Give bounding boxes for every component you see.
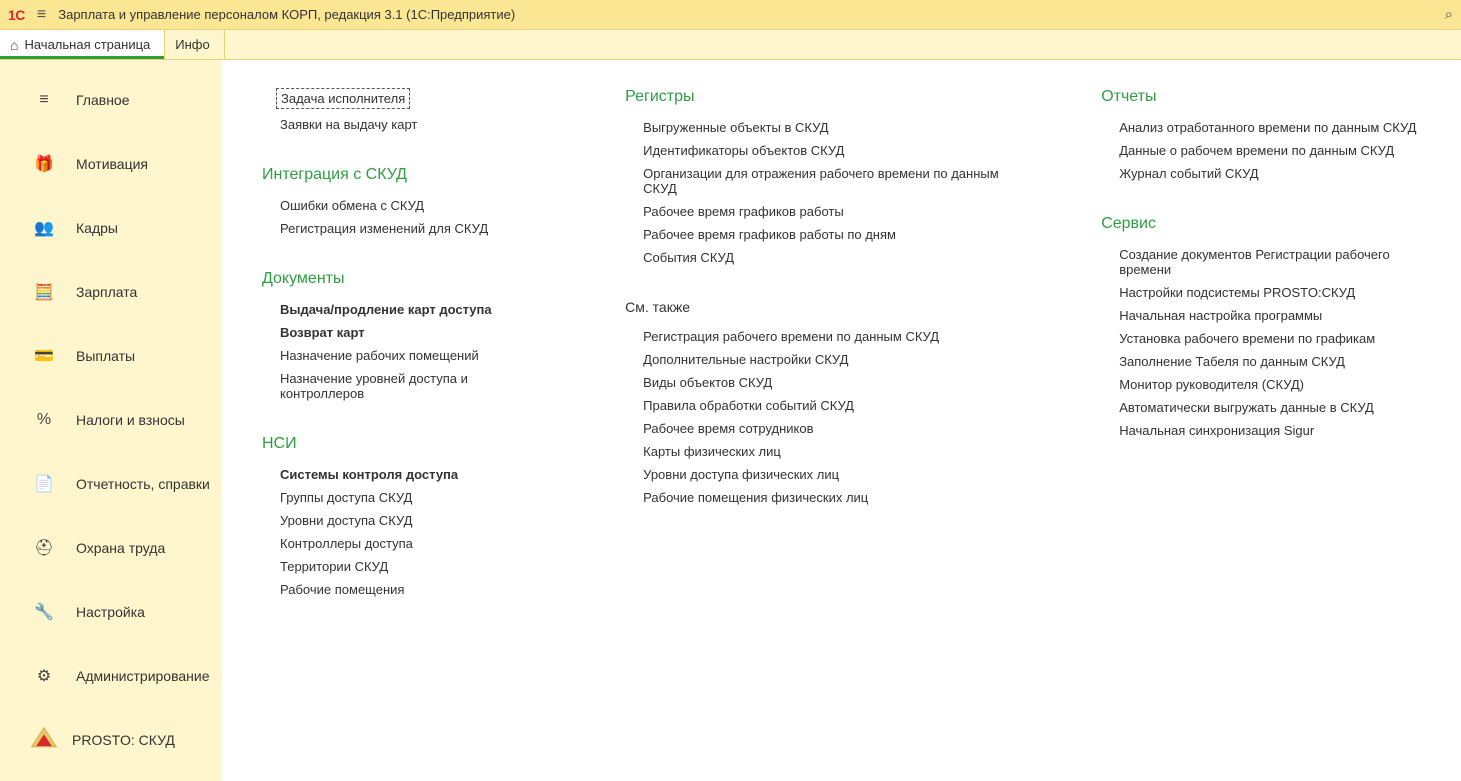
heading-documents: Документы	[262, 270, 545, 288]
link-item[interactable]: Выгруженные объекты в СКУД	[625, 120, 1021, 143]
link-item[interactable]: Организации для отражения рабочего време…	[625, 166, 1021, 204]
link-item[interactable]: Идентификаторы объектов СКУД	[625, 143, 1021, 166]
tab-partial-label: Инфо	[175, 37, 209, 52]
link-item[interactable]: Рабочее время графиков работы по дням	[625, 227, 1021, 250]
sidebar: ≡ Главное 🎁 Мотивация 👥 Кадры 🧮 Зарплата 💳 Выплат…	[0, 60, 222, 781]
col-3: Отчеты Анализ отработанного времени по д…	[1101, 88, 1433, 781]
link-item[interactable]: Назначение рабочих помещений	[262, 348, 545, 371]
sidebar-icon-8: 🔧	[30, 602, 58, 622]
sidebar-label-0: Главное	[76, 92, 130, 108]
sidebar-icon-4: 💳	[30, 346, 58, 366]
sidebar-icon-0: ≡	[30, 91, 58, 109]
sidebar-label-2: Кадры	[76, 220, 118, 236]
logo-1c: 1С	[8, 7, 25, 23]
link-item[interactable]: Регистрация рабочего времени по данным С…	[625, 329, 1021, 352]
heading-nsi: НСИ	[262, 435, 545, 453]
sidebar-label-7: Охрана труда	[76, 540, 165, 556]
sidebar-label-6: Отчетность, справки	[76, 476, 210, 492]
sidebar-item-1[interactable]: 🎁 Мотивация	[0, 132, 222, 196]
link-item[interactable]: Карты физических лиц	[625, 444, 1021, 467]
link-item[interactable]: Журнал событий СКУД	[1101, 166, 1433, 189]
main-content: Задача исполнителяЗаявки на выдачу карт …	[222, 60, 1461, 781]
heading-service: Сервис	[1101, 215, 1433, 233]
link-item[interactable]: Рабочие помещения	[262, 582, 545, 605]
sidebar-icon-3: 🧮	[30, 282, 58, 302]
heading-see-also: См. также	[625, 299, 1021, 315]
window-title: Зарплата и управление персоналом КОРП, р…	[58, 7, 515, 22]
link-item[interactable]: Настройки подсистемы PROSTO:СКУД	[1101, 285, 1433, 308]
sidebar-icon-2: 👥	[30, 218, 58, 238]
sidebar-item-10[interactable]: PROSTO: СКУД	[0, 708, 222, 772]
link-item[interactable]: Рабочие помещения физических лиц	[625, 490, 1021, 513]
sidebar-label-5: Налоги и взносы	[76, 412, 185, 428]
link-item[interactable]: Возврат карт	[262, 325, 545, 348]
link-item[interactable]: Назначение уровней доступа и контроллеро…	[262, 371, 545, 409]
link-item[interactable]: Виды объектов СКУД	[625, 375, 1021, 398]
link-item[interactable]: Уровни доступа физических лиц	[625, 467, 1021, 490]
title-bar: 1С ≡ Зарплата и управление персоналом КО…	[0, 0, 1461, 30]
sidebar-item-4[interactable]: 💳 Выплаты	[0, 324, 222, 388]
sidebar-item-8[interactable]: 🔧 Настройка	[0, 580, 222, 644]
sidebar-icon-9: ⚙	[30, 666, 58, 686]
heading-reports: Отчеты	[1101, 88, 1433, 106]
link-item[interactable]: Начальная настройка программы	[1101, 308, 1433, 331]
link-item[interactable]: Анализ отработанного времени по данным С…	[1101, 120, 1433, 143]
link-item[interactable]: Автоматически выгружать данные в СКУД	[1101, 400, 1433, 423]
link-item[interactable]: Заполнение Табеля по данным СКУД	[1101, 354, 1433, 377]
link-item[interactable]: Рабочее время графиков работы	[625, 204, 1021, 227]
link-item[interactable]: Установка рабочего времени по графикам	[1101, 331, 1433, 354]
sidebar-icon-7: ⛑	[30, 538, 58, 558]
sidebar-icon-6: 📄	[30, 474, 58, 494]
sidebar-item-7[interactable]: ⛑ Охрана труда	[0, 516, 222, 580]
link-item[interactable]: События СКУД	[625, 250, 1021, 273]
tab-strip: ⌂ Начальная страница Инфо	[0, 30, 1461, 60]
sidebar-label-1: Мотивация	[76, 156, 148, 172]
tab-partial[interactable]: Инфо	[165, 30, 224, 59]
link-item[interactable]: Данные о рабочем времени по данным СКУД	[1101, 143, 1433, 166]
col-1: Задача исполнителяЗаявки на выдачу карт …	[262, 88, 545, 781]
sidebar-icon-5: %	[30, 411, 58, 429]
link-item[interactable]: Монитор руководителя (СКУД)	[1101, 377, 1433, 400]
sidebar-label-8: Настройка	[76, 604, 145, 620]
link-item[interactable]: Выдача/продление карт доступа	[262, 302, 545, 325]
col-2: Регистры Выгруженные объекты в СКУДИдент…	[625, 88, 1021, 781]
sidebar-label-10: PROSTO: СКУД	[72, 732, 175, 748]
sidebar-item-0[interactable]: ≡ Главное	[0, 68, 222, 132]
heading-integration: Интеграция с СКУД	[262, 166, 545, 184]
sidebar-label-9: Администрирование	[76, 668, 210, 684]
link-item[interactable]: Ошибки обмена с СКУД	[262, 198, 545, 221]
hamburger-icon[interactable]: ≡	[37, 7, 46, 23]
prosto-icon	[30, 726, 58, 754]
link-item[interactable]: Правила обработки событий СКУД	[625, 398, 1021, 421]
link-item[interactable]: Территории СКУД	[262, 559, 545, 582]
link-item[interactable]: Уровни доступа СКУД	[262, 513, 545, 536]
sidebar-icon-1: 🎁	[30, 154, 58, 174]
link-item[interactable]: Рабочее время сотрудников	[625, 421, 1021, 444]
link-item[interactable]: Группы доступа СКУД	[262, 490, 545, 513]
sidebar-label-4: Выплаты	[76, 348, 135, 364]
link-item[interactable]: Создание документов Регистрации рабочего…	[1101, 247, 1433, 285]
sidebar-label-3: Зарплата	[76, 284, 137, 300]
search-icon[interactable]: ⌕	[1445, 6, 1453, 23]
link-item[interactable]: Контроллеры доступа	[262, 536, 545, 559]
sidebar-item-5[interactable]: % Налоги и взносы	[0, 388, 222, 452]
tab-home[interactable]: ⌂ Начальная страница	[0, 30, 165, 59]
sidebar-item-2[interactable]: 👥 Кадры	[0, 196, 222, 260]
sidebar-item-9[interactable]: ⚙ Администрирование	[0, 644, 222, 708]
tab-home-label: Начальная страница	[24, 37, 150, 52]
sidebar-item-3[interactable]: 🧮 Зарплата	[0, 260, 222, 324]
link-item[interactable]: Заявки на выдачу карт	[262, 117, 545, 140]
home-icon: ⌂	[10, 37, 18, 53]
link-item[interactable]: Начальная синхронизация Sigur	[1101, 423, 1433, 446]
link-item[interactable]: Системы контроля доступа	[262, 467, 545, 490]
link-item[interactable]: Регистрация изменений для СКУД	[262, 221, 545, 244]
link-item[interactable]: Задача исполнителя	[276, 88, 410, 109]
heading-registers: Регистры	[625, 88, 1021, 106]
link-item[interactable]: Дополнительные настройки СКУД	[625, 352, 1021, 375]
sidebar-item-6[interactable]: 📄 Отчетность, справки	[0, 452, 222, 516]
